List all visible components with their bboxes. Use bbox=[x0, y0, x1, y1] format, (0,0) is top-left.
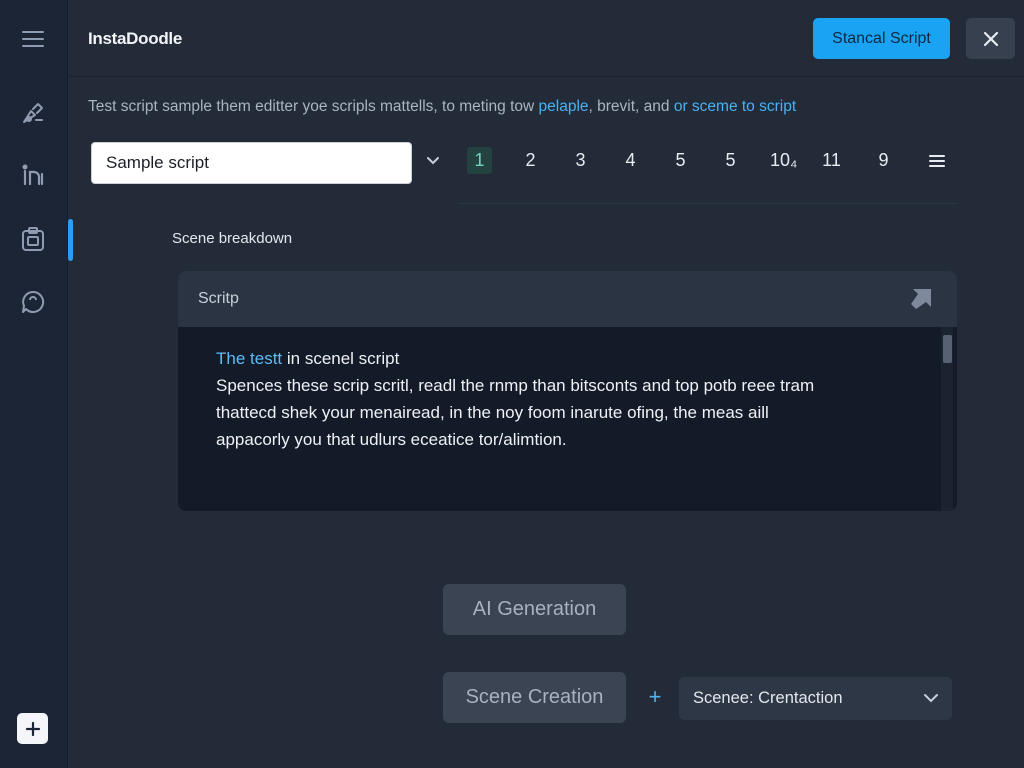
page-tab-7[interactable]: 10₄ bbox=[767, 147, 800, 174]
app-title: InstaDoodle bbox=[88, 29, 182, 48]
chevron-down-icon[interactable] bbox=[922, 689, 940, 707]
script-text-area[interactable]: The testt in scenel script Spences these… bbox=[216, 345, 916, 453]
library-icon[interactable] bbox=[14, 156, 52, 194]
chevron-down-icon[interactable] bbox=[423, 150, 443, 172]
top-header: InstaDoodle Stancal Script bbox=[68, 0, 1024, 77]
script-line-text: in scenel script bbox=[282, 349, 400, 368]
page-tab-3[interactable]: 3 bbox=[568, 147, 593, 174]
clipboard-icon[interactable] bbox=[14, 220, 52, 258]
script-line: thattecd shek your menairead, in the noy… bbox=[216, 403, 769, 422]
card-header: Scritp bbox=[178, 271, 957, 327]
description-link-people[interactable]: pelaple bbox=[539, 98, 589, 115]
script-line-highlight: The testt bbox=[216, 349, 283, 368]
script-line: appacorly you that udlurs eceatice tor/a… bbox=[216, 430, 567, 449]
page-tab-5[interactable]: 5 bbox=[668, 147, 693, 174]
script-line: The testt in scenel script bbox=[216, 345, 916, 372]
expand-icon[interactable] bbox=[909, 287, 933, 311]
script-select[interactable]: Sample script bbox=[91, 142, 412, 184]
plus-icon[interactable]: + bbox=[645, 684, 665, 709]
ai-generation-button[interactable]: AI Generation bbox=[443, 584, 626, 635]
card-title: Scritp bbox=[198, 290, 239, 307]
divider bbox=[460, 203, 956, 204]
hamburger-menu-icon[interactable] bbox=[14, 20, 52, 58]
page-tab-4[interactable]: 4 bbox=[618, 147, 643, 174]
start-script-button[interactable]: Stancal Script bbox=[813, 18, 950, 59]
section-title: Scene breakdown bbox=[172, 230, 293, 247]
pen-tool-icon[interactable] bbox=[14, 94, 52, 132]
page-tab-9[interactable]: 9 bbox=[871, 147, 896, 174]
description-link-scene[interactable]: or sceme to script bbox=[674, 98, 796, 115]
active-nav-indicator bbox=[68, 219, 73, 261]
page-tab-2[interactable]: 2 bbox=[518, 147, 543, 174]
page-tab-8[interactable]: 11 bbox=[819, 147, 844, 174]
page-tab-1[interactable]: 1 bbox=[467, 147, 492, 174]
script-line: Spences these scrip scritl, readl the rn… bbox=[216, 376, 815, 395]
page-tab-6[interactable]: 5 bbox=[718, 147, 743, 174]
list-menu-icon[interactable] bbox=[926, 150, 948, 172]
page-description: Test script sample them editter yoe scri… bbox=[88, 98, 796, 116]
script-card: Scritp The testt in scenel script Spence… bbox=[178, 271, 957, 511]
description-text-middle: , brevit, and bbox=[588, 98, 674, 115]
scene-creation-button[interactable]: Scene Creation bbox=[443, 672, 626, 723]
chat-bubble-icon[interactable] bbox=[14, 283, 52, 321]
description-text: Test script sample them editter yoe scri… bbox=[88, 98, 539, 115]
close-icon[interactable] bbox=[966, 18, 1015, 59]
scene-dropdown-value: Scenee: Crentaction bbox=[693, 689, 843, 707]
add-icon[interactable] bbox=[17, 713, 48, 744]
sidebar bbox=[0, 0, 68, 768]
scene-dropdown[interactable]: Scenee: Crentaction bbox=[679, 677, 952, 720]
scrollbar[interactable] bbox=[941, 327, 953, 511]
scrollbar-thumb[interactable] bbox=[943, 335, 952, 363]
